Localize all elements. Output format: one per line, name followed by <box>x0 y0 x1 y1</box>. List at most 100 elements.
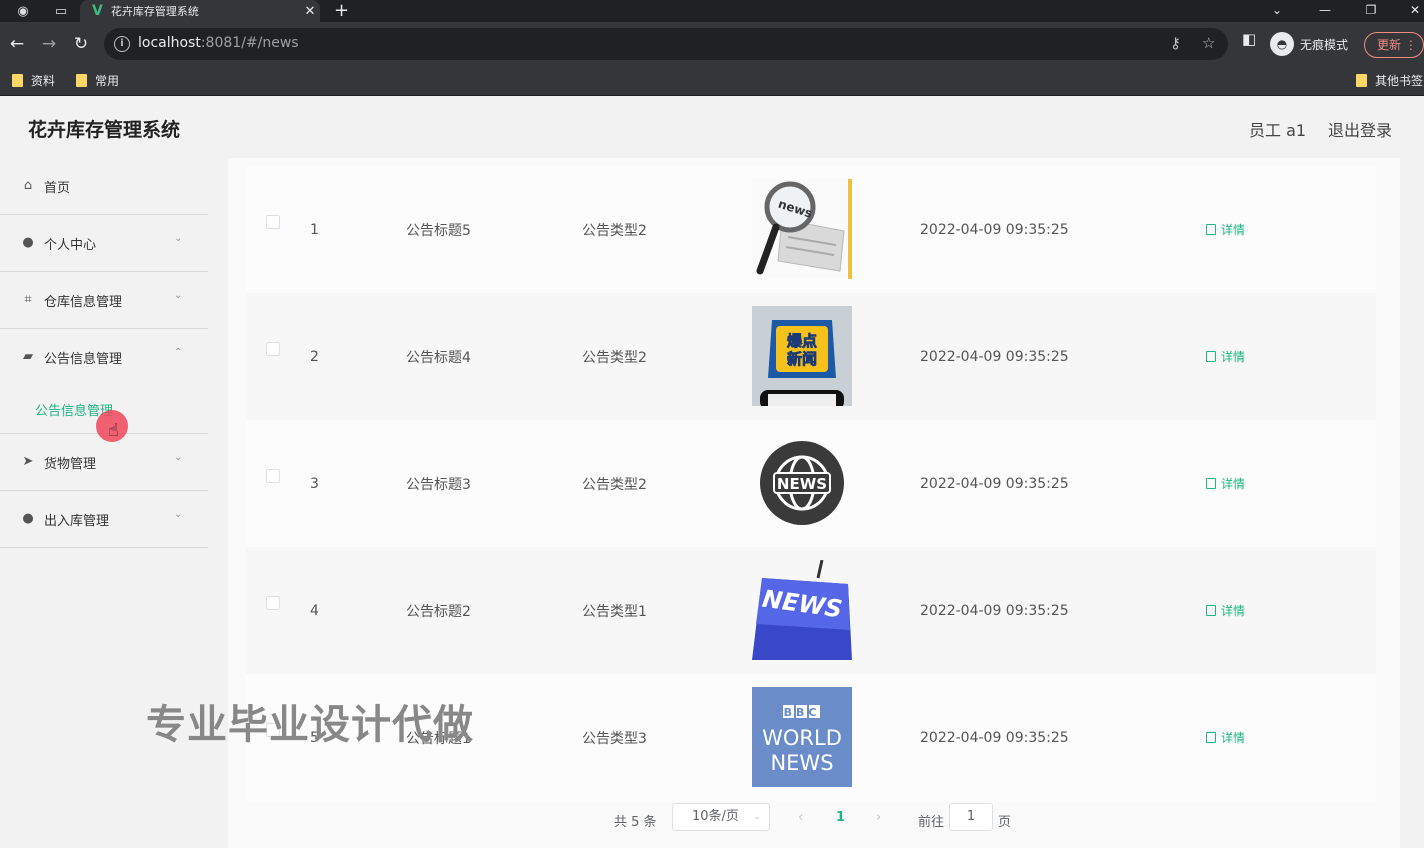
thumb-hot-line1: 爆点 <box>787 332 817 350</box>
watermark-text: 专业毕业设计代做 <box>146 702 474 748</box>
tab-list-icon[interactable]: ⌄ <box>1262 0 1292 22</box>
chevron-down-icon: ⌄ <box>174 290 183 301</box>
document-icon <box>1206 351 1216 362</box>
row-title: 公告标题5 <box>406 222 471 239</box>
table-row: 4 公告标题2 公告类型1 NEWS 2022-04-09 09:35:25 详… <box>246 547 1376 674</box>
detail-button[interactable]: 详情 <box>1206 293 1245 420</box>
user-icon: ● <box>22 235 34 250</box>
page-suffix-label: 页 <box>998 815 1012 830</box>
row-checkbox[interactable] <box>266 342 280 356</box>
tab-title: 花卉库存管理系统 <box>110 5 199 18</box>
row-type: 公告类型3 <box>582 730 647 747</box>
new-tab-icon[interactable]: + <box>334 0 349 22</box>
megaphone-icon: ▰ <box>23 349 33 364</box>
thumb-globe-text: NEWS <box>777 475 827 493</box>
browser-tab[interactable]: V 花卉库存管理系统 ✕ <box>80 0 320 22</box>
news-thumbnail-key: NEWS <box>752 560 852 660</box>
bookmark-folder-ziliao[interactable]: 资料 <box>12 72 55 89</box>
table-row: 1 公告标题5 公告类型2 news 2022-04-09 09:35:25 详… <box>246 166 1376 293</box>
pagination: 共 5 条 10条/页 ⌄ ‹ 1 › 前往 1 页 <box>228 796 1400 840</box>
row-title: 公告标题2 <box>406 603 471 620</box>
logout-link[interactable]: 退出登录 <box>1328 117 1392 141</box>
chevron-down-icon: ⌄ <box>174 233 183 244</box>
hand-cursor-icon: ☝ <box>108 420 119 441</box>
incognito-indicator[interactable]: ◓ 无痕模式 <box>1270 32 1348 56</box>
folder-icon <box>12 74 23 87</box>
address-toolbar: ← → ↻ i localhost:8081/#/news ⚷ ☆ ◧ ◓ 无痕… <box>0 22 1424 66</box>
news-thumbnail-hot-news: 爆点 新闻 <box>752 306 852 406</box>
chrome-menu-icon[interactable]: ◉ <box>14 2 32 20</box>
bookmark-folder-other[interactable]: 其他书签 <box>1356 72 1423 89</box>
update-button[interactable]: 更新 ⋮ <box>1364 32 1424 58</box>
chevron-down-icon: ⌄ <box>753 812 761 822</box>
crop-icon: ⌗ <box>24 292 32 307</box>
detail-button[interactable]: 详情 <box>1206 166 1245 293</box>
document-icon <box>1206 478 1216 489</box>
key-icon[interactable]: ⚷ <box>1170 34 1181 52</box>
forward-icon[interactable]: → <box>39 34 59 54</box>
sidebar-item-goods[interactable]: ➤ 货物管理 ⌄ <box>0 434 208 491</box>
row-checkbox[interactable] <box>266 469 280 483</box>
detail-button[interactable]: 详情 <box>1206 547 1245 674</box>
folder-icon <box>76 74 87 87</box>
star-icon[interactable]: ☆ <box>1202 34 1215 52</box>
app-header: 花卉库存管理系统 员工 a1 退出登录 <box>0 96 1424 158</box>
row-type: 公告类型1 <box>582 603 647 620</box>
row-title: 公告标题3 <box>406 476 471 493</box>
thumb-bbc-text: BBC <box>784 706 821 719</box>
bookmarks-bar: 资料 常用 其他书签 <box>0 66 1424 96</box>
row-index: 3 <box>310 475 319 492</box>
row-checkbox[interactable] <box>266 215 280 229</box>
table-row: 2 公告标题4 公告类型2 爆点 新闻 2022-04-09 09:35:25 … <box>246 293 1376 420</box>
folder-icon <box>1356 74 1367 87</box>
row-type: 公告类型2 <box>582 476 647 493</box>
close-window-icon[interactable]: ✕ <box>1400 0 1424 22</box>
sidebar-item-notice[interactable]: ▰ 公告信息管理 ⌃ <box>0 329 208 386</box>
sidebar-item-home[interactable]: ⌂ 首页 <box>0 158 208 215</box>
reload-icon[interactable]: ↻ <box>71 34 91 54</box>
row-checkbox[interactable] <box>266 596 280 610</box>
thumb-news2-text: NEWS <box>770 751 833 775</box>
row-type: 公告类型2 <box>582 222 647 239</box>
site-info-icon[interactable]: i <box>114 36 130 52</box>
bookmark-folder-changyong[interactable]: 常用 <box>76 72 119 89</box>
pagination-total: 共 5 条 <box>614 815 657 830</box>
row-index: 1 <box>310 221 319 238</box>
back-icon[interactable]: ← <box>7 34 27 54</box>
news-thumbnail-bbc: BBC WORLD NEWS <box>752 687 852 787</box>
row-time: 2022-04-09 09:35:25 <box>920 475 1069 492</box>
page-number-current[interactable]: 1 <box>836 810 845 825</box>
page-size-select[interactable]: 10条/页 ⌄ <box>672 803 770 831</box>
next-page-icon[interactable]: › <box>876 810 881 825</box>
row-title: 公告标题4 <box>406 349 471 366</box>
app-title: 花卉库存管理系统 <box>28 119 181 141</box>
user-icon: ● <box>22 511 34 526</box>
row-time: 2022-04-09 09:35:25 <box>920 602 1069 619</box>
incognito-label: 无痕模式 <box>1300 37 1349 52</box>
address-bar[interactable]: i localhost:8081/#/news ⚷ ☆ <box>104 28 1228 60</box>
url-text: localhost:8081/#/news <box>138 35 299 51</box>
document-icon <box>1206 732 1216 743</box>
sidebar-item-warehouse[interactable]: ⌗ 仓库信息管理 ⌄ <box>0 272 208 329</box>
user-label: 员工 a1 <box>1249 121 1307 140</box>
row-index: 4 <box>310 602 319 619</box>
browser-tab-strip: ◉ ▭ V 花卉库存管理系统 ✕ + ⌄ — ❐ ✕ <box>0 0 1424 22</box>
home-icon: ⌂ <box>23 178 33 193</box>
sidebar-item-inout[interactable]: ● 出入库管理 ⌄ <box>0 491 208 548</box>
news-thumbnail-magnifier: news <box>752 179 852 279</box>
close-tab-icon[interactable]: ✕ <box>300 4 320 19</box>
chevron-up-icon: ⌃ <box>174 347 183 358</box>
side-panel-icon[interactable]: ◧ <box>1242 30 1256 48</box>
chevron-down-icon: ⌄ <box>174 452 183 463</box>
sidebar-item-profile[interactable]: ● 个人中心 ⌄ <box>0 215 208 272</box>
minimize-icon[interactable]: — <box>1310 0 1340 22</box>
thumb-world-text: WORLD <box>762 726 842 750</box>
goto-page-input[interactable]: 1 <box>949 803 993 831</box>
row-index: 2 <box>310 348 319 365</box>
detail-button[interactable]: 详情 <box>1206 420 1245 547</box>
restore-icon[interactable]: ❐ <box>1356 0 1386 22</box>
tab-search-icon[interactable]: ▭ <box>52 2 70 20</box>
detail-button[interactable]: 详情 <box>1206 674 1245 801</box>
row-time: 2022-04-09 09:35:25 <box>920 348 1069 365</box>
prev-page-icon[interactable]: ‹ <box>798 810 803 825</box>
